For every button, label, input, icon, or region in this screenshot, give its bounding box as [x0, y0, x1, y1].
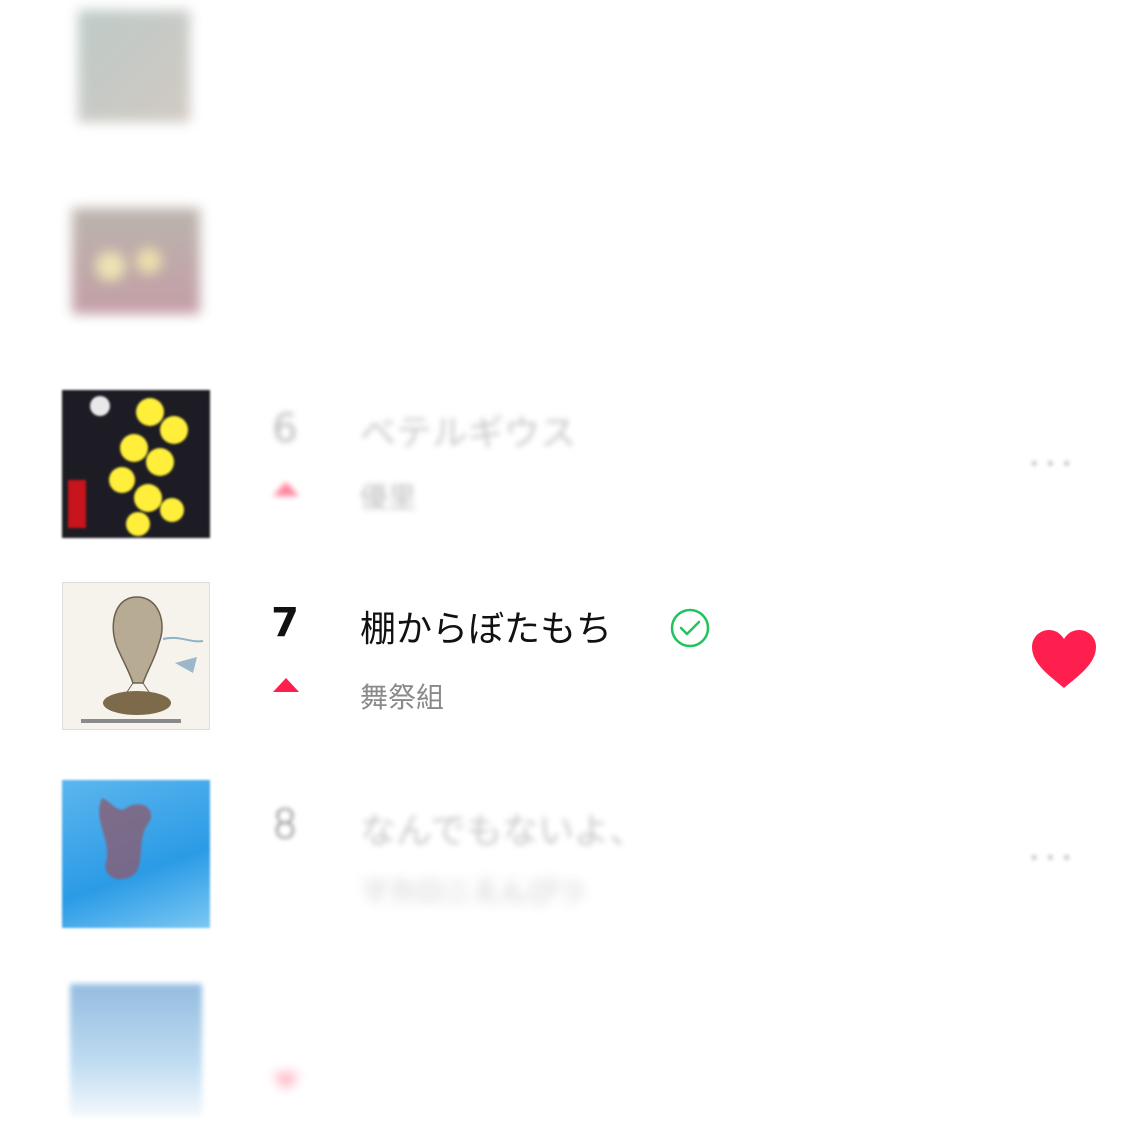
album-art [70, 984, 202, 1116]
album-art [62, 780, 210, 928]
artist-name: 優里 [360, 481, 417, 514]
rank-number: 6 [272, 406, 298, 452]
heart-icon[interactable] [1030, 628, 1098, 690]
rank-number: 7 [271, 600, 299, 646]
artist-name: 舞祭組 [360, 681, 445, 714]
more-button[interactable]: ... [1030, 442, 1079, 472]
track-title: 棚からぼたもち [360, 609, 613, 650]
track-row[interactable] [0, 948, 1124, 1124]
trend-down-icon [273, 1074, 299, 1088]
album-art-image [63, 583, 209, 729]
album-art-image [62, 390, 210, 538]
track-title: なんでもないよ、 [360, 811, 646, 852]
album-art [62, 390, 210, 538]
track-row[interactable] [0, 166, 1124, 362]
album-art-image [99, 798, 152, 880]
more-button[interactable]: ... [1030, 836, 1079, 866]
downloaded-check-icon [670, 608, 710, 648]
track-row[interactable]: 8 なんでもないよ、 マカロニえんぴつ ... [0, 752, 1124, 948]
track-title: ベテルギウス [360, 413, 577, 454]
track-row[interactable]: 6 ベテルギウス 優里 ... [0, 362, 1124, 558]
track-row[interactable] [0, 0, 1124, 166]
album-art [78, 10, 190, 122]
album-art [72, 208, 200, 314]
album-art [62, 582, 210, 730]
artist-name: マカロニえんぴつ [360, 875, 585, 908]
track-row[interactable]: 7 棚からぼたもち 舞祭組 [0, 556, 1124, 752]
track-list: 6 ベテルギウス 優里 ... 7 棚からぼたもち 舞祭組 8 なんでもないよ、… [0, 0, 1124, 1124]
trend-up-icon [273, 678, 299, 692]
trend-up-icon [273, 482, 299, 496]
rank-number: 8 [272, 802, 298, 848]
